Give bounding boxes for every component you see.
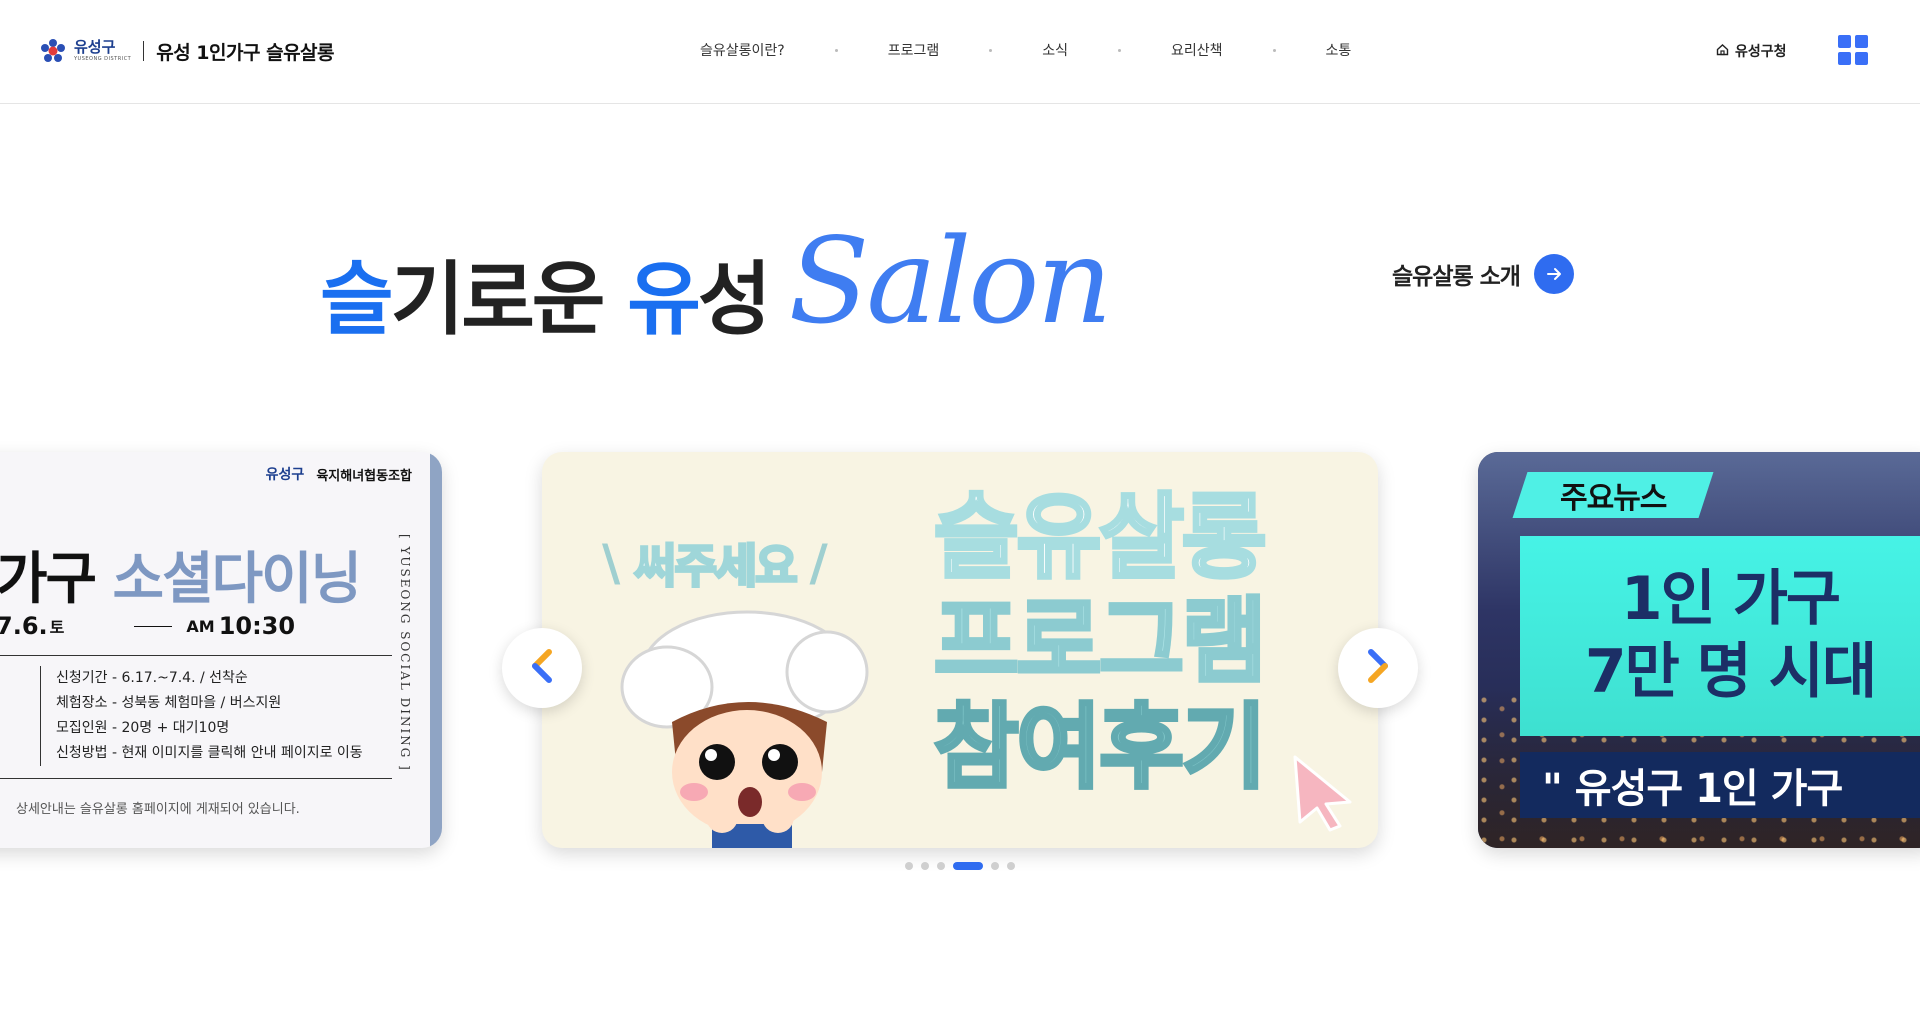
nav-separator bbox=[989, 48, 993, 52]
logo-en-text: YUSEONG DISTRICT bbox=[74, 56, 132, 62]
site-title: 유성 1인가구 슬유살롱 bbox=[156, 41, 335, 64]
cursor-pointer-icon bbox=[1293, 755, 1352, 832]
divider bbox=[40, 666, 41, 766]
slider-next-button[interactable] bbox=[1338, 628, 1418, 708]
district-office-label: 유성구청 bbox=[1735, 44, 1787, 60]
intro-link[interactable]: 슬유살롱 소개 bbox=[1392, 254, 1574, 294]
nav-separator bbox=[1272, 48, 1276, 52]
left-slide-notice: 상세안내는 슬유살롱 홈페이지에 게재되어 있습니다. bbox=[16, 802, 300, 817]
nav-item-program[interactable]: 프로그램 bbox=[888, 40, 940, 60]
nav-item-cooking[interactable]: 요리산책 bbox=[1171, 40, 1223, 60]
logo-divider bbox=[143, 41, 145, 61]
hero-blue-1: 슬 bbox=[320, 253, 394, 346]
slider-dot[interactable] bbox=[905, 862, 913, 870]
left-slide-date: 7.6. 토 AM 10:30 bbox=[0, 612, 296, 640]
main-news-caption: " 유성구 1인 가구 bbox=[1520, 752, 1920, 818]
home-icon bbox=[1716, 43, 1729, 60]
main-nav: 슬유살롱이란? 프로그램 소식 요리산책 소통 bbox=[700, 40, 1351, 60]
left-slide-details: 신청기간 - 6.17.~7.4. / 선착순 체험장소 - 성북동 체험마을 … bbox=[56, 670, 363, 761]
slider-prev-button[interactable] bbox=[502, 628, 582, 708]
slide-program-review[interactable]: \ 써주세요 / 슬유살롱 프로그램 참여후기 bbox=[542, 452, 1378, 848]
chevron-left-icon bbox=[527, 646, 557, 690]
chevron-right-icon bbox=[1363, 646, 1393, 690]
center-slide-line1: 슬유살롱 bbox=[932, 484, 1269, 591]
left-slide-gu-logo: 유성구 bbox=[265, 467, 305, 483]
nav-item-news[interactable]: 소식 bbox=[1042, 40, 1068, 60]
hero-heading: 슬기로운 유성 Salon bbox=[320, 210, 1112, 350]
site-header: 유성구 YUSEONG DISTRICT 유성 1인가구 슬유살롱 슬유살롱이란… bbox=[0, 0, 1920, 104]
slide-main-news[interactable]: 주요뉴스 1인 가구 7만 명 시대 " 유성구 1인 가구 bbox=[1478, 452, 1920, 848]
slider-dot[interactable] bbox=[991, 862, 999, 870]
slider-pagination bbox=[905, 862, 1015, 870]
center-slide-badge: \ 써주세요 / bbox=[602, 534, 828, 595]
grid-menu-icon[interactable] bbox=[1838, 35, 1868, 65]
nav-item-about[interactable]: 슬유살롱이란? bbox=[700, 40, 785, 60]
main-news-headline: 1인 가구 7만 명 시대 bbox=[1520, 536, 1920, 736]
yuseong-emblem-icon bbox=[40, 38, 66, 64]
center-slide-line2: 프로그램 bbox=[932, 588, 1269, 695]
hero-text-2: 성 bbox=[697, 253, 772, 346]
slider-dot[interactable] bbox=[1007, 862, 1015, 870]
slider-dot[interactable] bbox=[921, 862, 929, 870]
nav-separator bbox=[1118, 48, 1122, 52]
left-slide-title: 가구 소셜다이닝 bbox=[0, 547, 362, 612]
left-slide-vertical-text: [ YUSEONG SOCIAL DINING ] bbox=[398, 534, 412, 772]
arrow-right-icon bbox=[1533, 254, 1574, 294]
chef-character-illustration bbox=[620, 610, 869, 848]
intro-label: 슬유살롱 소개 bbox=[1392, 264, 1521, 290]
district-office-link[interactable]: 유성구청 bbox=[1716, 41, 1787, 61]
slider-dot-active[interactable] bbox=[953, 862, 983, 870]
left-slide-strip bbox=[430, 452, 442, 848]
slider-dot[interactable] bbox=[937, 862, 945, 870]
slide-social-dining[interactable]: 유성구 육지해녀협동조합 가구 소셜다이닝 7.6. 토 AM 10:30 신청… bbox=[0, 452, 442, 848]
nav-item-community[interactable]: 소통 bbox=[1326, 40, 1352, 60]
logo-gu-text: 유성구 bbox=[74, 38, 116, 56]
center-slide-line3: 참여후기 bbox=[932, 694, 1269, 801]
main-news-tag: 주요뉴스 bbox=[1512, 472, 1714, 518]
site-logo[interactable]: 유성구 YUSEONG DISTRICT 유성 1인가구 슬유살롱 bbox=[40, 36, 335, 66]
divider bbox=[0, 655, 392, 656]
hero-blue-2: 유 bbox=[627, 253, 701, 346]
divider bbox=[0, 778, 392, 779]
left-slide-coop-logo: 육지해녀협동조합 bbox=[316, 468, 412, 484]
nav-separator bbox=[834, 48, 838, 52]
hero-text-1: 기로운 bbox=[390, 253, 628, 346]
hero-salon-script: Salon bbox=[788, 212, 1112, 350]
